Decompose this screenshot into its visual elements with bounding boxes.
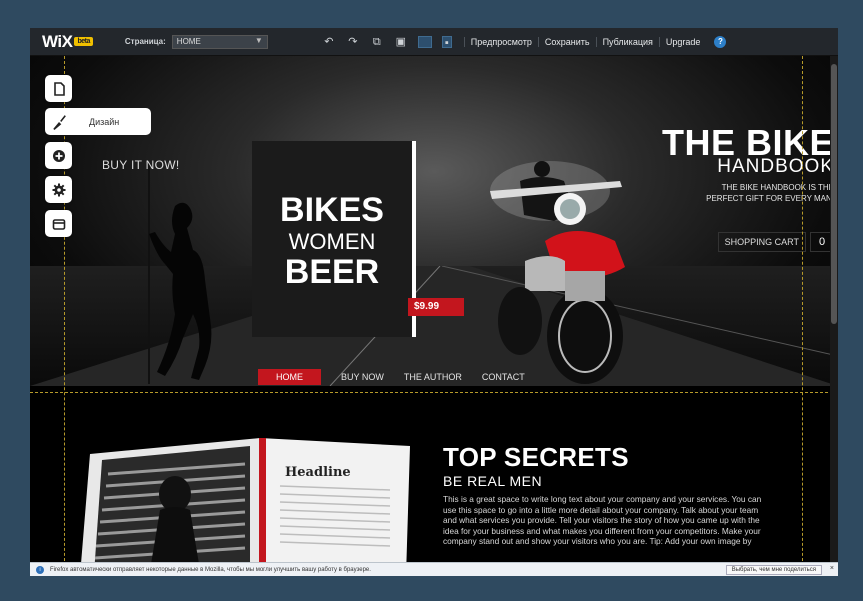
settings-button[interactable] xyxy=(45,176,72,203)
hero-subtitle: HANDBOOK xyxy=(717,156,834,177)
editor-menu: Предпросмотр Сохранить Публикация Upgrad… xyxy=(463,36,707,47)
open-book-image[interactable]: Headline xyxy=(80,424,410,576)
copy-icon[interactable]: ⧉ xyxy=(370,36,384,48)
book-line-3: BEER xyxy=(284,253,380,291)
section-subtitle: BE REAL MEN xyxy=(443,473,543,489)
add-button[interactable] xyxy=(45,142,72,169)
add-icon xyxy=(52,149,65,162)
book-line-2: WOMEN xyxy=(288,229,376,254)
undo-icon[interactable]: ↶ xyxy=(322,36,336,48)
page-label: Страница: xyxy=(124,37,166,46)
book-headline: Headline xyxy=(285,465,351,480)
nav-the-author[interactable]: THE AUTHOR xyxy=(404,372,462,382)
cart-label: SHOPPING CART xyxy=(717,232,806,252)
scrollbar-thumb[interactable] xyxy=(831,64,837,324)
layout-guide-right xyxy=(802,56,803,576)
section-divider-guide xyxy=(30,392,838,393)
nav-contact[interactable]: CONTACT xyxy=(482,372,525,382)
design-label: Дизайн xyxy=(89,116,120,127)
logo-badge: beta xyxy=(74,37,93,46)
page-select[interactable]: HOME ▼ xyxy=(171,34,268,49)
hero-section: BUY IT NOW! BIKES WOMEN BEER $9.99 THE B… xyxy=(30,56,838,386)
settings-gear-icon xyxy=(52,183,65,196)
design-brush-icon xyxy=(53,114,66,130)
redo-icon[interactable]: ↷ xyxy=(346,36,360,48)
design-button[interactable]: Дизайн xyxy=(45,108,151,135)
wix-logo: WiX beta xyxy=(42,32,93,52)
logo-text: WiX xyxy=(42,31,73,51)
section-body: This is a great space to write long text… xyxy=(443,494,762,546)
publish-button[interactable]: Публикация xyxy=(595,36,659,47)
notification-message: Firefox автоматически отправляет некотор… xyxy=(50,566,371,573)
toolbar-icons: ↶ ↷ ⧉ ▣ ▪ xyxy=(322,35,452,49)
editor-toolbar: WiX beta Страница: HOME ▼ ↶ ↷ ⧉ ▣ ▪ Пред… xyxy=(30,28,838,56)
nav-buy-now[interactable]: BUY NOW xyxy=(341,372,384,382)
woman-silhouette xyxy=(149,202,212,380)
save-button[interactable]: Сохранить xyxy=(537,36,596,47)
upgrade-button[interactable]: Upgrade xyxy=(658,36,707,47)
close-icon[interactable]: × xyxy=(830,565,834,572)
help-icon[interactable]: ? xyxy=(714,35,727,48)
choose-share-button[interactable]: Выбрать, чем мне поделиться xyxy=(725,565,822,575)
paste-icon[interactable]: ▣ xyxy=(394,36,408,48)
chevron-down-icon: ▼ xyxy=(254,35,263,45)
page-select-value: HOME xyxy=(176,36,201,46)
mobile-view-icon[interactable]: ▪ xyxy=(441,35,452,49)
hero-description: THE BIKE HANDBOOK IS THE PERFECT GIFT FO… xyxy=(706,183,834,203)
pages-icon xyxy=(53,81,65,96)
browser-notification-bar: i Firefox автоматически отправляет некот… xyxy=(30,562,838,576)
nav-home[interactable]: HOME xyxy=(258,369,321,385)
preview-button[interactable]: Предпросмотр xyxy=(463,36,538,47)
scrollbar[interactable] xyxy=(830,56,838,562)
site-nav: HOME BUY NOW THE AUTHOR CONTACT xyxy=(258,369,545,385)
desktop-view-icon[interactable] xyxy=(417,35,432,48)
hero-book-cover[interactable]: BIKES WOMEN BEER xyxy=(252,141,412,337)
editor-window: WiX beta Страница: HOME ▼ ↶ ↷ ⧉ ▣ ▪ Пред… xyxy=(30,28,838,576)
motorcycle-image xyxy=(490,161,625,384)
app-market-button[interactable] xyxy=(45,210,72,237)
app-market-icon xyxy=(52,218,65,230)
section-title: TOP SECRETS xyxy=(443,442,629,472)
shopping-cart[interactable]: SHOPPING CART 0 xyxy=(717,232,834,252)
info-icon: i xyxy=(36,565,44,574)
pages-button[interactable] xyxy=(45,75,72,102)
book-line-1: BIKES xyxy=(280,191,384,229)
buy-now-sign: BUY IT NOW! xyxy=(102,158,180,172)
